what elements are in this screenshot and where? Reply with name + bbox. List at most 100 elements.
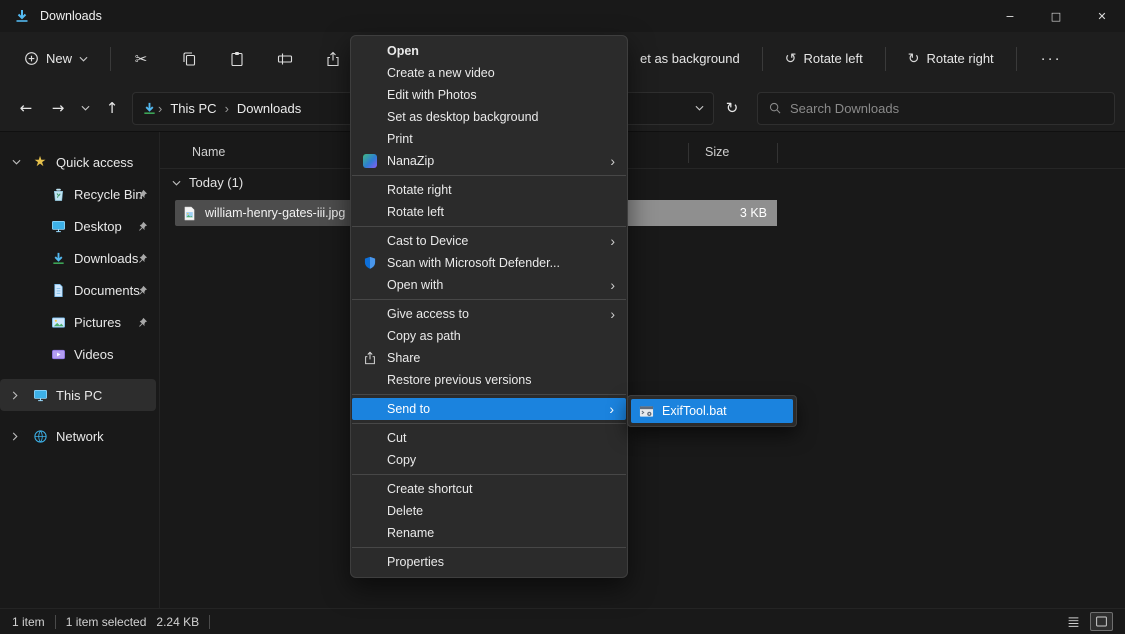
close-button[interactable]: ✕ — [1079, 0, 1125, 32]
sidebar-item-this-pc[interactable]: This PC — [0, 379, 156, 411]
rotate-right-label: Rotate right — [926, 51, 993, 66]
refresh-button[interactable]: ↻ — [716, 92, 748, 124]
sidebar-item-pictures[interactable]: Pictures — [0, 306, 156, 338]
menu-item-open[interactable]: Open — [351, 40, 627, 62]
star-icon: ★ — [30, 154, 50, 170]
chevron-down-icon[interactable] — [12, 159, 28, 165]
breadcrumb-this-pc[interactable]: This PC — [163, 97, 223, 120]
column-separator[interactable] — [777, 143, 778, 163]
search-icon — [768, 101, 782, 115]
details-view-icon — [1067, 615, 1080, 628]
chevron-right-icon[interactable] — [12, 432, 28, 441]
menu-item-create-a-new-video[interactable]: Create a new video — [351, 62, 627, 84]
sidebar-item-recycle-bin[interactable]: Recycle Bin — [0, 178, 156, 210]
menu-item-nanazip[interactable]: NanaZip › — [351, 150, 627, 172]
sidebar-item-label: Pictures — [74, 315, 121, 330]
sidebar-item-label: Videos — [74, 347, 114, 362]
forward-button[interactable]: → — [42, 92, 74, 124]
up-button[interactable]: ↑ — [96, 92, 128, 124]
menu-item-open-with[interactable]: Open with › — [351, 274, 627, 296]
minimize-button[interactable]: − — [987, 0, 1033, 32]
status-separator — [209, 615, 210, 629]
menu-separator — [352, 394, 626, 395]
column-header-size[interactable]: Size — [705, 145, 729, 159]
sidebar-item-label: Documents — [74, 283, 140, 298]
toolbar-separator — [762, 47, 763, 71]
chevron-right-icon[interactable] — [12, 391, 28, 400]
sidebar-item-quick-access[interactable]: ★ Quick access — [0, 146, 156, 178]
menu-item-print[interactable]: Print — [351, 128, 627, 150]
back-button[interactable]: ← — [10, 92, 42, 124]
more-options-button[interactable]: ··· — [1029, 44, 1074, 73]
menu-item-copy[interactable]: Copy — [351, 449, 627, 471]
rotate-left-label: Rotate left — [803, 51, 862, 66]
chevron-right-icon: › — [610, 234, 615, 248]
breadcrumb-downloads[interactable]: Downloads — [230, 97, 308, 120]
rotate-right-button[interactable]: ↻ Rotate right — [898, 44, 1004, 74]
search-input[interactable] — [790, 101, 1104, 116]
chevron-right-icon: › — [609, 402, 614, 416]
menu-item-create-shortcut[interactable]: Create shortcut — [351, 478, 627, 500]
file-list-pane: Name Size Today (1) william-henry-gates-… — [160, 132, 1125, 608]
computer-icon — [30, 388, 50, 403]
scissors-icon: ✂ — [135, 50, 148, 68]
titlebar: Downloads − □ ✕ — [0, 0, 1125, 32]
video-icon — [48, 347, 68, 362]
chevron-down-icon[interactable] — [172, 180, 181, 186]
sidebar-item-label: Desktop — [74, 219, 122, 234]
menu-separator — [352, 547, 626, 548]
paste-button[interactable] — [219, 41, 255, 77]
details-view-button[interactable] — [1062, 612, 1085, 631]
menu-separator — [352, 299, 626, 300]
sidebar-item-network[interactable]: Network — [0, 420, 156, 452]
submenu-item-exiftool-bat[interactable]: ExifTool.bat — [631, 399, 793, 423]
menu-item-edit-with-photos[interactable]: Edit with Photos — [351, 84, 627, 106]
downloads-location-icon — [142, 101, 157, 116]
address-dropdown-button[interactable] — [695, 105, 704, 111]
menu-item-send-to[interactable]: Send to › — [352, 398, 626, 420]
copy-button[interactable] — [171, 41, 207, 77]
column-header-name[interactable]: Name — [192, 145, 225, 159]
cut-button[interactable]: ✂ — [123, 41, 159, 77]
menu-item-copy-as-path[interactable]: Copy as path — [351, 325, 627, 347]
set-as-background-button[interactable]: et as background — [630, 44, 750, 73]
search-box[interactable] — [757, 92, 1115, 125]
menu-item-cut[interactable]: Cut — [351, 427, 627, 449]
sidebar-item-videos[interactable]: Videos — [0, 338, 156, 370]
column-separator[interactable] — [688, 143, 689, 163]
chevron-down-icon — [79, 56, 88, 62]
toolbar-icons: ✂ — [123, 41, 351, 77]
pin-icon — [137, 221, 148, 232]
new-button[interactable]: New — [14, 44, 98, 73]
menu-item-rename[interactable]: Rename — [351, 522, 627, 544]
share-button[interactable] — [315, 41, 351, 77]
maximize-button[interactable]: □ — [1033, 0, 1079, 32]
menu-item-cast-to-device[interactable]: Cast to Device › — [351, 230, 627, 252]
menu-separator — [352, 175, 626, 176]
rename-button[interactable] — [267, 41, 303, 77]
menu-item-set-as-desktop-background[interactable]: Set as desktop background — [351, 106, 627, 128]
sidebar-item-documents[interactable]: Documents — [0, 274, 156, 306]
sidebar-item-downloads[interactable]: Downloads — [0, 242, 156, 274]
share-icon — [361, 350, 378, 367]
sidebar-item-label: This PC — [56, 388, 102, 403]
network-icon — [30, 429, 50, 444]
thumbnails-view-button[interactable] — [1090, 612, 1113, 631]
menu-item-restore-previous-versions[interactable]: Restore previous versions — [351, 369, 627, 391]
sidebar-item-desktop[interactable]: Desktop — [0, 210, 156, 242]
menu-item-give-access-to[interactable]: Give access to › — [351, 303, 627, 325]
menu-separator — [352, 474, 626, 475]
menu-item-scan-with-microsoft-defender[interactable]: Scan with Microsoft Defender... — [351, 252, 627, 274]
plus-icon — [24, 51, 39, 66]
rotate-left-button[interactable]: ↺ Rotate left — [775, 44, 873, 74]
chevron-right-icon: › — [610, 154, 615, 168]
thumbnails-view-icon — [1095, 615, 1108, 628]
menu-item-delete[interactable]: Delete — [351, 500, 627, 522]
group-header-today[interactable]: Today (1) — [172, 175, 243, 190]
recent-locations-button[interactable] — [74, 92, 96, 124]
window-title: Downloads — [40, 9, 102, 23]
menu-item-rotate-right[interactable]: Rotate right — [351, 179, 627, 201]
menu-item-share[interactable]: Share — [351, 347, 627, 369]
menu-item-rotate-left[interactable]: Rotate left — [351, 201, 627, 223]
menu-item-properties[interactable]: Properties — [351, 551, 627, 573]
